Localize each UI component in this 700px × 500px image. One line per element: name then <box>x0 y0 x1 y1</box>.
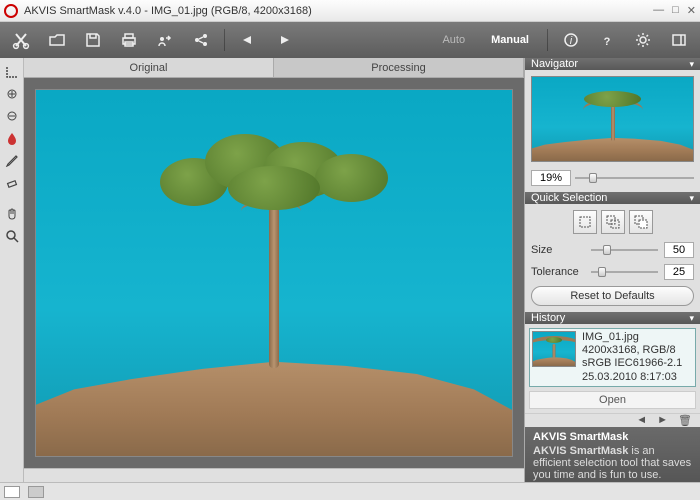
window-title: AKVIS SmartMask v.4.0 - IMG_01.jpg (RGB/… <box>24 5 653 17</box>
history-profile: sRGB IEC61966-2.1 <box>582 357 682 370</box>
panels-icon[interactable] <box>666 27 692 53</box>
app-icon <box>4 4 18 18</box>
droplet-tool-icon[interactable] <box>2 128 22 148</box>
navigator-title: Navigator <box>531 58 578 70</box>
right-sidebar: Navigator ▾ 19% Quick Selection ▾ <box>524 58 700 482</box>
canvas-area: Original Processing <box>24 58 524 482</box>
quick-selection-header[interactable]: Quick Selection ▾ <box>525 192 700 204</box>
footer-title: AKVIS SmartMask <box>533 431 692 443</box>
navigator-panel <box>525 70 700 168</box>
main-area: Original Processing <box>0 58 700 482</box>
collapse-icon[interactable]: ▾ <box>689 193 694 204</box>
pen-tool-icon[interactable] <box>2 150 22 170</box>
history-nav: ◄ ► 🗑 <box>525 413 700 427</box>
selection-new-icon[interactable] <box>573 210 597 234</box>
quick-selection-title: Quick Selection <box>531 192 607 204</box>
history-panel: IMG_01.jpg 4200x3168, RGB/8 sRGB IEC6196… <box>525 324 700 413</box>
history-filename: IMG_01.jpg <box>582 331 682 344</box>
footer-desc: AKVIS SmartMask is an efficient selectio… <box>533 445 692 481</box>
settings-icon[interactable] <box>630 27 656 53</box>
zoom-tool-icon[interactable] <box>2 226 22 246</box>
save-icon[interactable] <box>80 27 106 53</box>
quick-select-tool-icon[interactable] <box>2 62 22 82</box>
undo-icon[interactable] <box>235 27 261 53</box>
close-icon[interactable]: ✕ <box>687 4 696 17</box>
history-item[interactable]: IMG_01.jpg 4200x3168, RGB/8 sRGB IEC6196… <box>529 328 696 387</box>
navigator-header[interactable]: Navigator ▾ <box>525 58 700 70</box>
eraser-tool-icon[interactable] <box>2 172 22 192</box>
statusbar <box>0 482 700 500</box>
selection-add-icon[interactable] <box>601 210 625 234</box>
tab-original[interactable]: Original <box>24 58 274 77</box>
svg-text:?: ? <box>604 36 611 48</box>
size-slider[interactable] <box>591 243 658 257</box>
zoom-slider[interactable] <box>575 171 694 185</box>
hand-tool-icon[interactable] <box>2 204 22 224</box>
tolerance-label: Tolerance <box>531 266 585 278</box>
mode-auto[interactable]: Auto <box>434 34 473 46</box>
main-toolbar: Auto Manual i ? <box>0 22 700 58</box>
share-icon[interactable] <box>188 27 214 53</box>
history-open-step[interactable]: Open <box>529 391 696 409</box>
redo-icon[interactable] <box>271 27 297 53</box>
history-delete-icon[interactable]: 🗑 <box>678 414 692 427</box>
horizontal-scrollbar[interactable] <box>24 468 524 482</box>
mode-manual[interactable]: Manual <box>483 34 537 46</box>
selection-subtract-icon[interactable] <box>629 210 653 234</box>
size-label: Size <box>531 244 585 256</box>
batch-icon[interactable] <box>152 27 178 53</box>
collapse-icon[interactable]: ▾ <box>689 59 694 70</box>
titlebar: AKVIS SmartMask v.4.0 - IMG_01.jpg (RGB/… <box>0 0 700 22</box>
size-field[interactable]: 50 <box>664 242 694 258</box>
history-header[interactable]: History ▾ <box>525 312 700 324</box>
info-icon[interactable]: i <box>558 27 584 53</box>
canvas-viewport[interactable] <box>24 78 524 468</box>
tolerance-field[interactable]: 25 <box>664 264 694 280</box>
tolerance-slider[interactable] <box>591 265 658 279</box>
view-tabs: Original Processing <box>24 58 524 78</box>
history-next-icon[interactable]: ► <box>657 414 668 426</box>
history-prev-icon[interactable]: ◄ <box>636 414 647 426</box>
history-thumbnail <box>532 331 576 367</box>
tab-processing[interactable]: Processing <box>274 58 524 77</box>
scissors-icon[interactable] <box>8 27 34 53</box>
swatch-fg[interactable] <box>4 486 20 498</box>
document-image <box>36 90 512 456</box>
minimize-icon[interactable]: — <box>653 4 664 17</box>
swatch-bg[interactable] <box>28 486 44 498</box>
print-icon[interactable] <box>116 27 142 53</box>
reset-defaults-button[interactable]: Reset to Defaults <box>531 286 694 306</box>
quick-selection-panel: Size 50 Tolerance 25 Reset to Defaults <box>525 204 700 312</box>
history-dims: 4200x3168, RGB/8 <box>582 344 682 357</box>
navigator-thumbnail[interactable] <box>531 76 694 162</box>
brush-minus-tool-icon[interactable] <box>2 106 22 126</box>
help-icon[interactable]: ? <box>594 27 620 53</box>
info-footer: AKVIS SmartMask AKVIS SmartMask is an ef… <box>525 427 700 485</box>
left-toolbox <box>0 58 24 482</box>
zoom-field[interactable]: 19% <box>531 170 571 186</box>
history-date: 25.03.2010 8:17:03 <box>582 371 682 384</box>
history-title: History <box>531 312 565 324</box>
open-file-icon[interactable] <box>44 27 70 53</box>
collapse-icon[interactable]: ▾ <box>689 313 694 324</box>
maximize-icon[interactable]: □ <box>672 4 679 17</box>
brush-plus-tool-icon[interactable] <box>2 84 22 104</box>
